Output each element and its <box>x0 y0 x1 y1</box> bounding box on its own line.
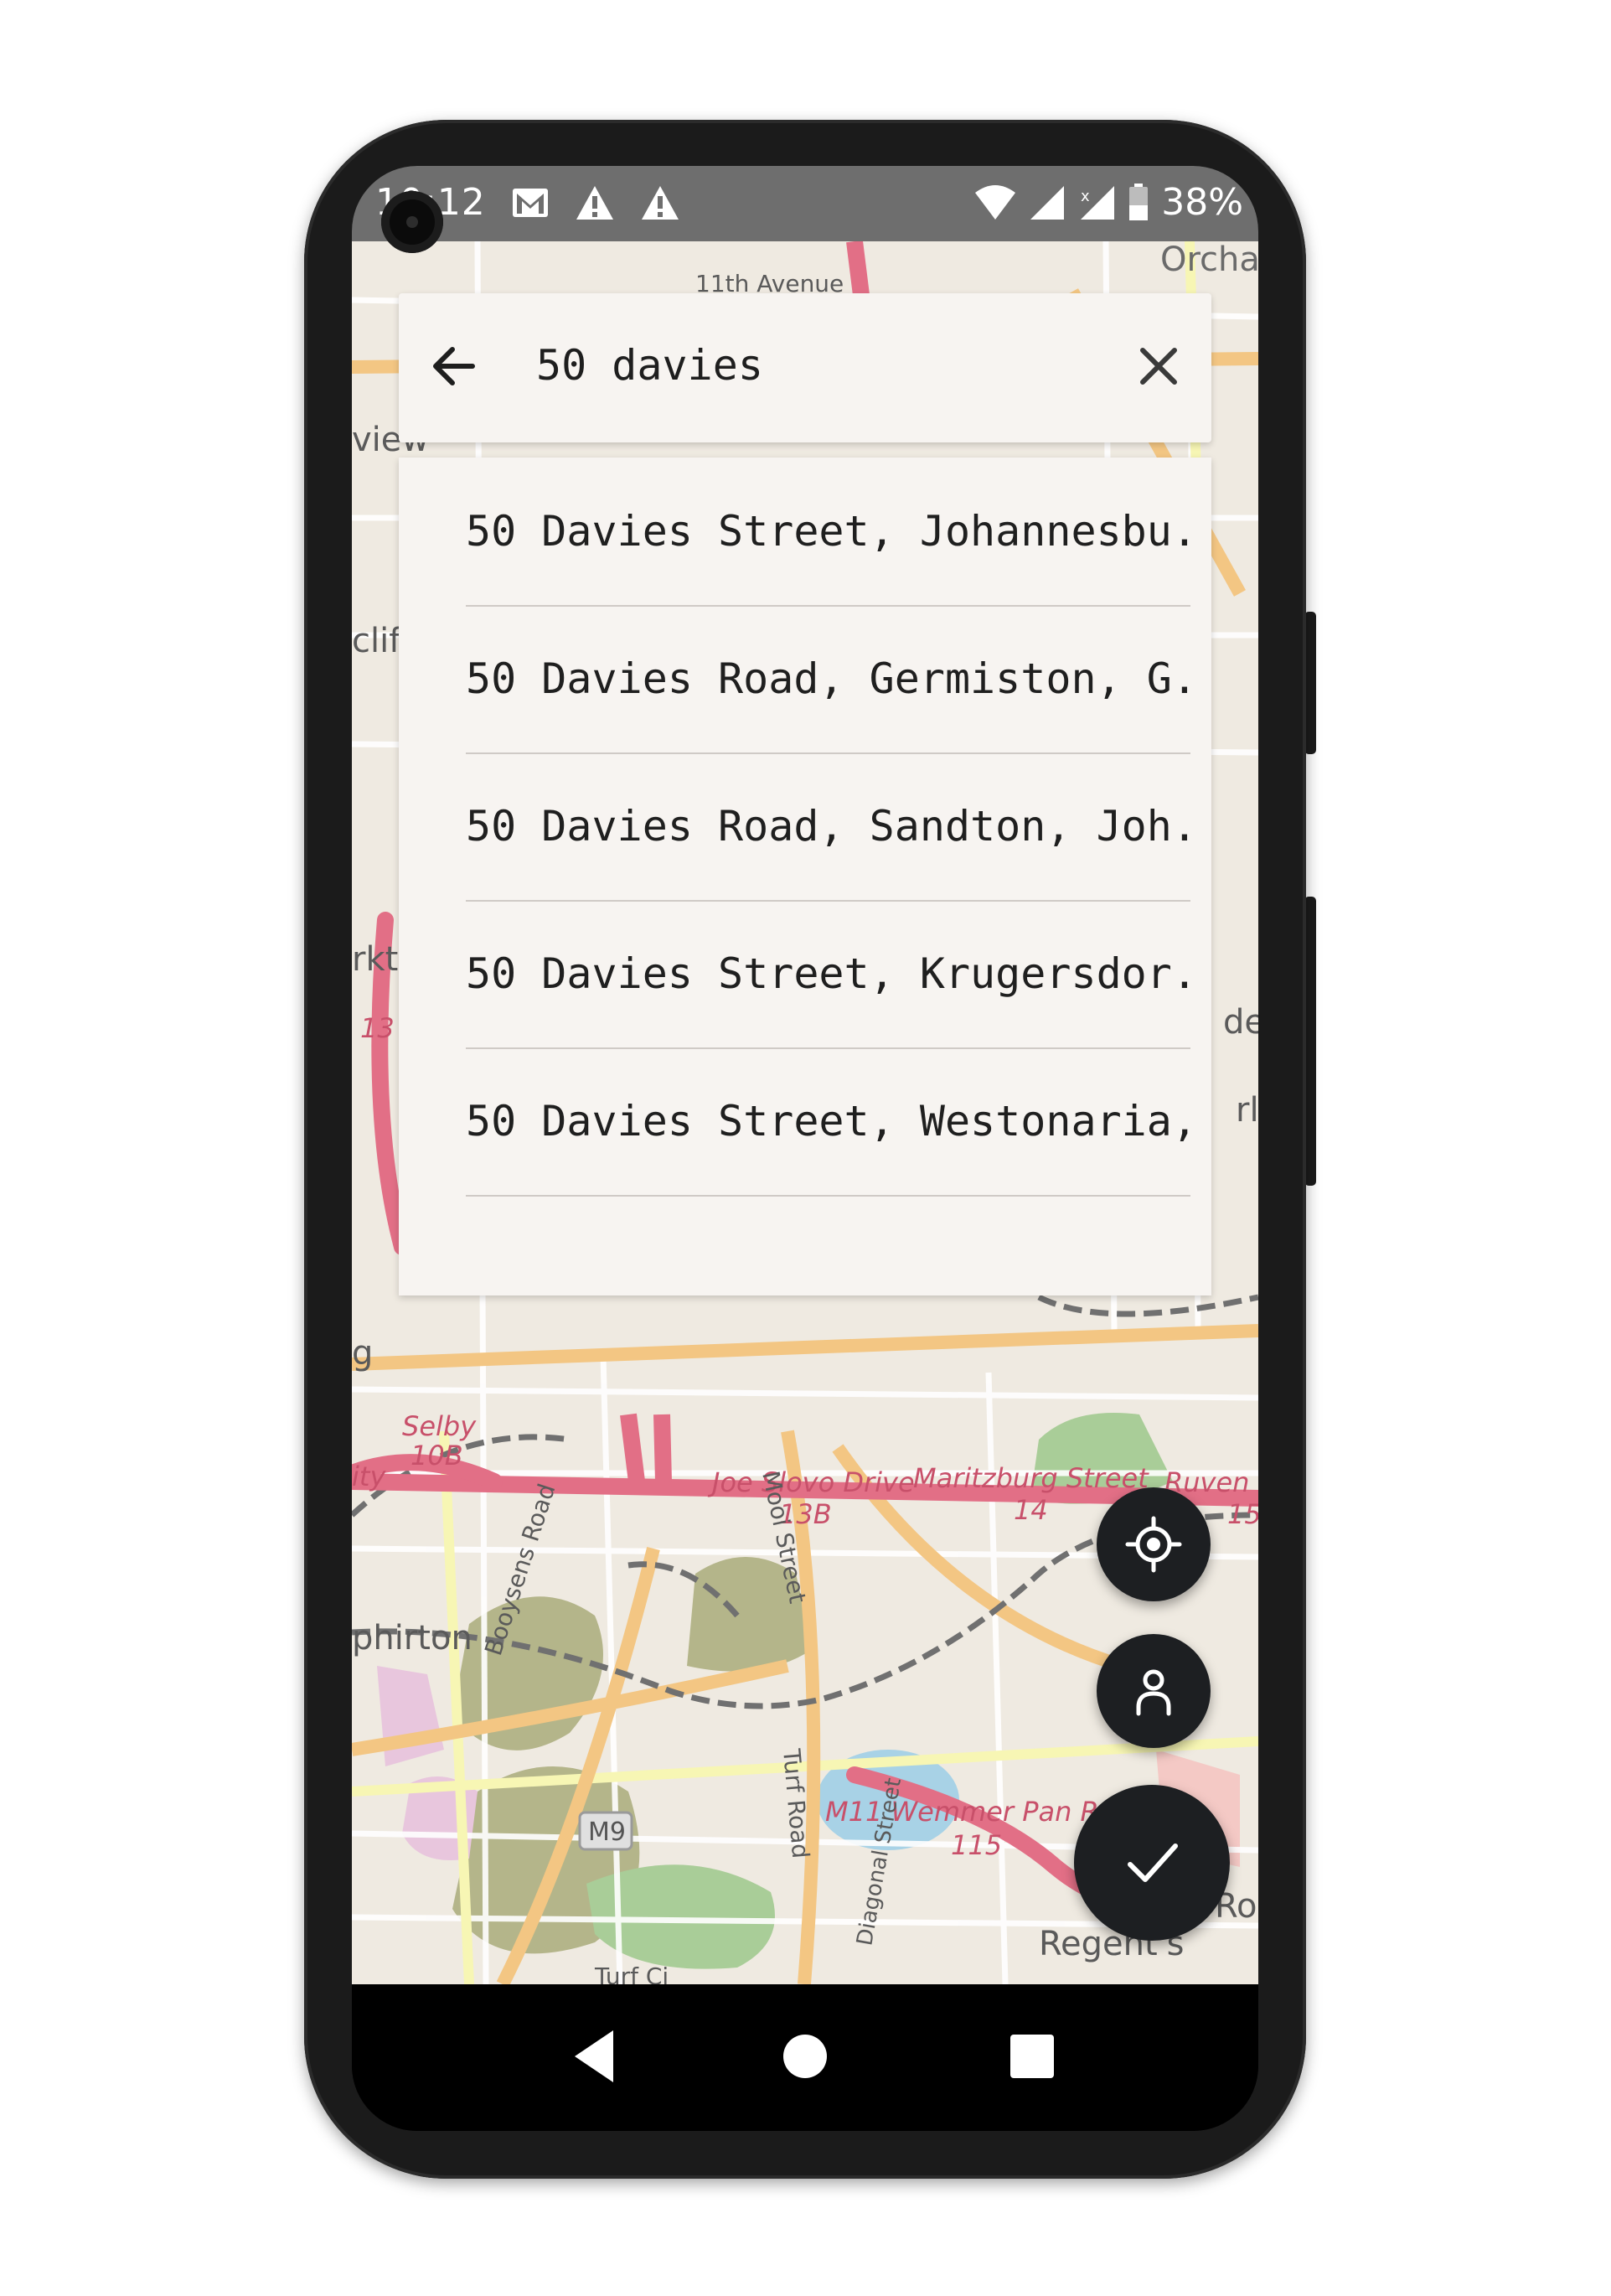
cell-signal-icon: x <box>1081 185 1115 220</box>
suggestion-item[interactable]: 50 Davies Street, Westonaria,... <box>466 1047 1190 1197</box>
search-input[interactable] <box>534 327 1040 404</box>
check-icon <box>1128 1844 1178 1882</box>
map-label-exit-13: 13 <box>360 1012 395 1044</box>
status-system-icons: x 38% <box>973 181 1243 224</box>
map-label-exit-15: 15 <box>1227 1498 1258 1530</box>
map-label-der: der <box>1223 1003 1258 1042</box>
battery-icon <box>1129 183 1149 220</box>
my-location-button[interactable] <box>1097 1487 1211 1601</box>
suggestion-item[interactable]: 50 Davies Street, Krugersdor... <box>466 900 1190 1049</box>
suggestion-item[interactable]: 50 Davies Street, Johannesbu... <box>466 458 1190 607</box>
suggestion-item[interactable]: 50 Davies Road, Germiston, G... <box>466 605 1190 754</box>
person-button[interactable] <box>1097 1634 1211 1748</box>
map-label-ity: ity <box>352 1461 386 1492</box>
status-bar: 10:12 <box>352 166 1258 241</box>
map-label-maritzburg-street: Maritzburg Street <box>913 1462 1149 1494</box>
close-icon[interactable] <box>1129 337 1188 396</box>
suggestion-item[interactable]: 50 Davies Road, Sandton, Joh... <box>466 752 1190 902</box>
power-button <box>1304 612 1316 754</box>
alert-icon <box>642 186 679 220</box>
map-label-selby: Selby <box>402 1410 477 1442</box>
search-bar <box>399 293 1211 442</box>
battery-percent: 38% <box>1161 181 1243 224</box>
svg-text:x: x <box>1081 188 1090 205</box>
person-icon <box>1136 1669 1171 1716</box>
nav-recents-icon[interactable] <box>999 2023 1066 2090</box>
gmail-icon <box>513 189 548 217</box>
map-label-orchards: Orcha <box>1160 241 1258 279</box>
map-label-exit-14: 14 <box>1014 1494 1048 1526</box>
cell-signal-icon <box>1030 185 1065 220</box>
arrow-back-icon[interactable] <box>424 337 483 396</box>
volume-button <box>1304 897 1316 1186</box>
map-label-joe-slovo-drive: Joe Slovo Drive <box>707 1466 915 1498</box>
map-label-rl: rl <box>1236 1091 1258 1130</box>
wifi-icon <box>975 184 1016 220</box>
system-nav-bar <box>352 1984 1258 2131</box>
svg-text:M9: M9 <box>588 1818 626 1847</box>
suggestions-list: 50 Davies Street, Johannesbu... 50 Davie… <box>399 458 1211 1295</box>
nav-home-icon[interactable] <box>772 2023 839 2090</box>
map-label-exit-115: 115 <box>951 1829 1002 1861</box>
status-notification-icons <box>511 184 680 221</box>
confirm-button[interactable] <box>1074 1785 1230 1941</box>
map-label-phirton: phirton <box>352 1619 472 1657</box>
map-label-clif: clif <box>352 622 401 660</box>
route-shield-m9: M9 <box>578 1811 633 1851</box>
front-camera <box>381 191 443 253</box>
map-label-g: g <box>352 1334 373 1373</box>
alert-icon <box>576 186 613 220</box>
my-location-icon <box>1125 1516 1182 1573</box>
phone-screen: 11th Avenue Orcha view clif rkt 13 der r… <box>352 166 1258 2131</box>
map-label-turf-ci: Turf Ci <box>594 1962 669 1984</box>
map-label-exit-10b: 10B <box>410 1440 463 1471</box>
map-label-rkt: rkt <box>352 940 398 979</box>
nav-back-icon[interactable] <box>561 2023 628 2090</box>
